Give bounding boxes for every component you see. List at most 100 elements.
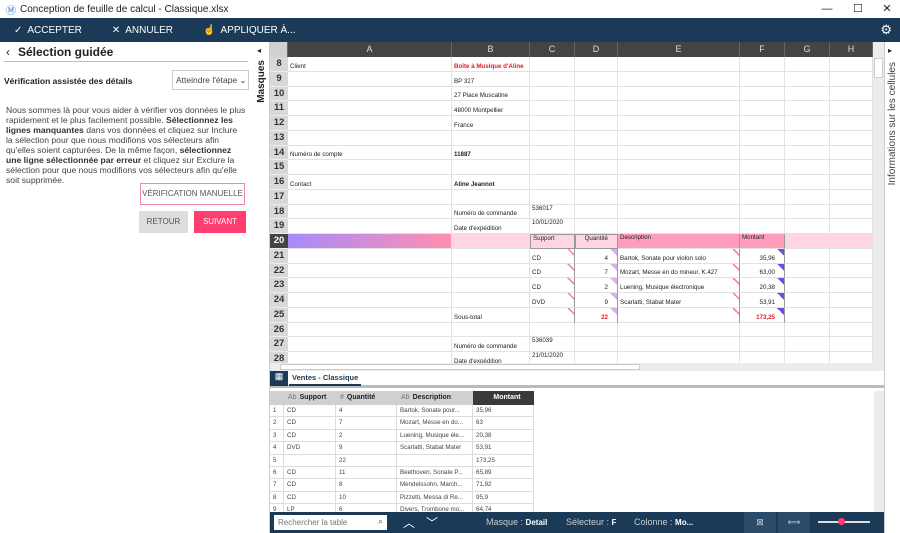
cell-B25[interactable]: Sous-total — [452, 307, 530, 323]
cell-E8[interactable] — [618, 57, 740, 72]
row-header[interactable]: 20 — [270, 234, 288, 249]
cell-B8[interactable]: Boîte à Musique d'Aline — [452, 57, 530, 72]
cell-E18[interactable] — [618, 204, 740, 220]
cancel-button[interactable]: ✕ ANNULER — [112, 25, 173, 36]
cell-G10[interactable] — [785, 86, 830, 102]
cell-F12[interactable] — [740, 116, 785, 131]
cell-E12[interactable] — [618, 116, 740, 131]
cell-D16[interactable] — [575, 175, 618, 190]
cell-H10[interactable] — [830, 86, 873, 102]
cell-F25[interactable]: 173,25 — [740, 307, 785, 323]
cell-D10[interactable] — [575, 86, 618, 102]
row-header[interactable]: 22 — [270, 263, 288, 279]
cell-C10[interactable] — [530, 86, 575, 102]
cell-E22[interactable]: Mozart, Messe en do mineur, K.427 — [618, 263, 740, 279]
cell-B23[interactable] — [452, 278, 530, 293]
row-header[interactable]: 24 — [270, 293, 288, 308]
table-cell[interactable]: CD — [284, 467, 336, 480]
table-cell[interactable]: Bartok, Sonate pour... — [397, 405, 473, 418]
row-header[interactable]: 18 — [270, 204, 288, 220]
cell-C24[interactable]: DVD — [530, 293, 575, 308]
cell-G9[interactable] — [785, 71, 830, 87]
cell-A11[interactable] — [288, 101, 452, 116]
cell-E21[interactable]: Bartok, Sonate pour violon solo — [618, 248, 740, 264]
table-cell[interactable] — [284, 454, 336, 467]
sheet-tab-ventes-classique[interactable]: Ventes - Classique — [289, 371, 362, 386]
cell-E20[interactable]: Description — [618, 234, 740, 249]
data-table[interactable]: Ab Support # Quantité Ab Description Montant 1 C… — [270, 391, 874, 517]
table-cell[interactable]: Scarlatti, Stabat Mater — [397, 442, 473, 455]
table-cell[interactable]: Mozart, Messe en do... — [397, 417, 473, 430]
search-table-input[interactable] — [274, 515, 387, 530]
cell-D28[interactable] — [575, 352, 618, 363]
minimize-button[interactable]: — — [812, 0, 842, 18]
row-header[interactable]: 25 — [270, 307, 288, 323]
cell-C19[interactable]: 10/01/2020 — [530, 219, 575, 234]
cell-D13[interactable] — [575, 130, 618, 146]
cell-G23[interactable] — [785, 278, 830, 293]
cell-H12[interactable] — [830, 116, 873, 131]
table-cell[interactable]: 8 — [336, 479, 397, 492]
row-header[interactable]: 11 — [270, 101, 288, 116]
cell-H9[interactable] — [830, 71, 873, 87]
cell-A12[interactable] — [288, 116, 452, 131]
cell-A16[interactable]: Contact — [288, 175, 452, 190]
column-header-C[interactable]: C — [530, 42, 575, 57]
accept-button[interactable]: ✓ ACCEPTER — [14, 25, 82, 36]
excel-view-icon[interactable]: ⊠ — [744, 512, 776, 533]
cell-H25[interactable] — [830, 307, 873, 323]
cell-G21[interactable] — [785, 248, 830, 264]
cell-F24[interactable]: 53,91 — [740, 293, 785, 308]
cell-A15[interactable] — [288, 160, 452, 175]
cell-F10[interactable] — [740, 86, 785, 102]
next-button[interactable]: SUIVANT — [194, 211, 246, 233]
table-cell[interactable] — [397, 454, 473, 467]
cell-G24[interactable] — [785, 293, 830, 308]
row-header[interactable]: 28 — [270, 352, 288, 363]
cell-F28[interactable] — [740, 352, 785, 363]
cell-H23[interactable] — [830, 278, 873, 293]
horizontal-scrollbar[interactable] — [270, 363, 884, 371]
cell-A23[interactable] — [288, 278, 452, 293]
cell-D14[interactable] — [575, 145, 618, 161]
table-cell[interactable]: 71,92 — [473, 479, 534, 492]
cell-E15[interactable] — [618, 160, 740, 175]
row-header[interactable]: 17 — [270, 189, 288, 205]
cell-C15[interactable] — [530, 160, 575, 175]
cell-G15[interactable] — [785, 160, 830, 175]
fit-width-icon[interactable]: ⟺ — [778, 512, 810, 533]
cell-B12[interactable]: France — [452, 116, 530, 131]
table-cell[interactable]: Beethoven, Sonate P... — [397, 467, 473, 480]
cell-B20[interactable] — [452, 234, 530, 249]
cell-E17[interactable] — [618, 189, 740, 205]
table-cell[interactable]: 4 — [336, 405, 397, 418]
table-cell[interactable]: Mendelssohn, March... — [397, 479, 473, 492]
cell-A27[interactable] — [288, 337, 452, 352]
cell-B27[interactable]: Numéro de commande — [452, 337, 530, 352]
cell-B22[interactable] — [452, 263, 530, 279]
cell-H11[interactable] — [830, 101, 873, 116]
cell-A10[interactable] — [288, 86, 452, 102]
cell-C20[interactable]: Support — [530, 234, 575, 249]
row-header[interactable]: 19 — [270, 219, 288, 234]
cell-F11[interactable] — [740, 101, 785, 116]
column-header-H[interactable]: H — [830, 42, 873, 57]
row-header[interactable]: 9 — [270, 71, 288, 87]
table-cell[interactable]: 53,91 — [473, 442, 534, 455]
cell-A14[interactable]: Numéro de compte — [288, 145, 452, 161]
cell-E9[interactable] — [618, 71, 740, 87]
cell-C18[interactable]: 536017 — [530, 204, 575, 220]
cell-C13[interactable] — [530, 130, 575, 146]
cell-H8[interactable] — [830, 57, 873, 72]
cell-E11[interactable] — [618, 101, 740, 116]
cell-C25[interactable] — [530, 307, 575, 323]
close-button[interactable]: ✕ — [872, 0, 900, 18]
row-header[interactable]: 14 — [270, 145, 288, 161]
spreadsheet-grid[interactable]: A B C D E F G H 8 Client Boîte à Musique d'Aline 9 B… — [270, 42, 873, 363]
cell-F8[interactable] — [740, 57, 785, 72]
collapse-icon[interactable]: ◂ — [257, 46, 261, 55]
cell-C26[interactable] — [530, 322, 575, 338]
cell-G16[interactable] — [785, 175, 830, 190]
cell-G11[interactable] — [785, 101, 830, 116]
cell-A28[interactable] — [288, 352, 452, 363]
